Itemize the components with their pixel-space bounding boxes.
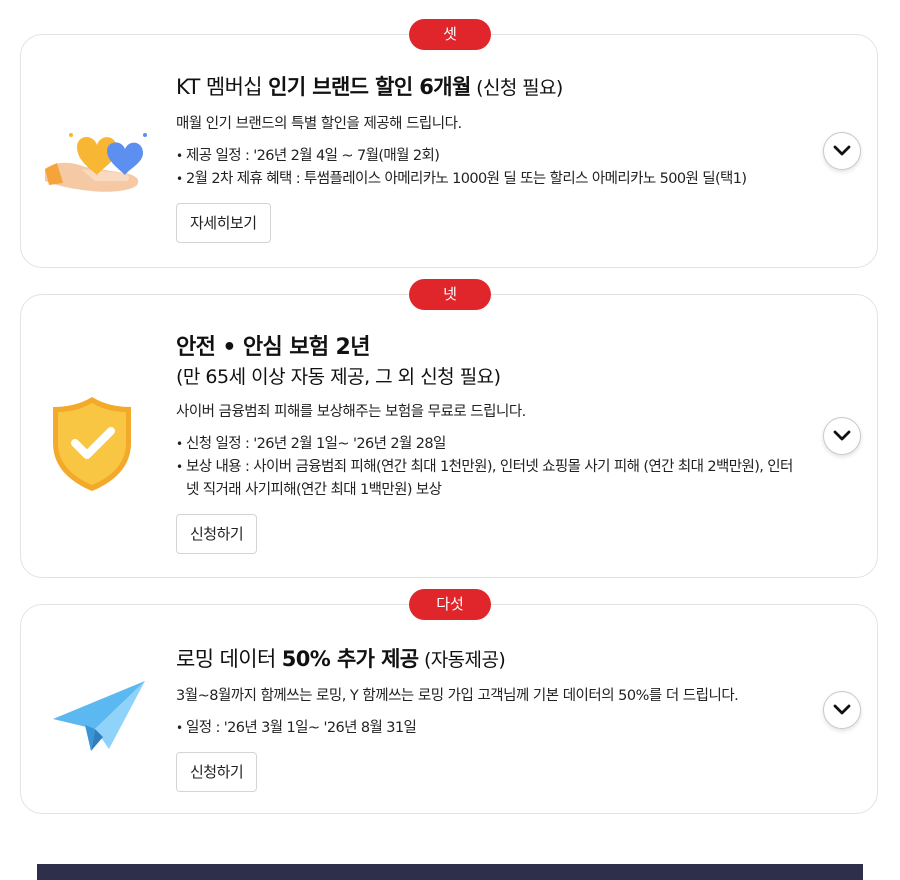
bottom-banner — [37, 864, 863, 880]
expand-toggle[interactable] — [823, 417, 861, 455]
benefit-card-roaming: 로밍 데이터 50% 추가 제공 (자동제공) 3월~8월까지 함께쓰는 로밍,… — [20, 604, 878, 814]
benefit-title: 로밍 데이터 50% 추가 제공 (자동제공) — [176, 647, 506, 671]
benefit-description: 매월 인기 브랜드의 특별 할인을 제공해 드립니다. — [176, 116, 462, 132]
expand-toggle[interactable] — [823, 691, 861, 729]
list-item: 보상 내용 : 사이버 금융범죄 피해(연간 최대 1천만원), 인터넷 쇼핑몰… — [176, 456, 797, 502]
benefit-card-membership: KT 멤버십 인기 브랜드 할인 6개월 (신청 필요) 매월 인기 브랜드의 … — [20, 34, 878, 268]
apply-button[interactable]: 신청하기 — [176, 752, 258, 792]
chevron-down-icon — [833, 145, 851, 156]
benefit-subtitle: (만 65세 이상 자동 제공, 그 외 신청 필요) — [176, 366, 501, 388]
step-badge: 넷 — [409, 279, 491, 310]
hand-with-hearts-icon — [45, 133, 147, 192]
expand-toggle[interactable] — [823, 132, 861, 170]
list-item: 제공 일정 : '26년 2월 4일 ~ 7월(매월 2회) — [176, 145, 797, 168]
chevron-down-icon — [833, 430, 851, 441]
apply-button[interactable]: 신청하기 — [176, 514, 258, 554]
step-badge: 다섯 — [409, 589, 491, 620]
benefit-card-insurance: 안전 • 안심 보험 2년 (만 65세 이상 자동 제공, 그 외 신청 필요… — [20, 294, 878, 578]
list-item: 신청 일정 : '26년 2월 1일~ '26년 2월 28일 — [176, 433, 797, 456]
benefit-details: 일정 : '26년 3월 1일~ '26년 8월 31일 — [176, 717, 797, 740]
list-item: 2월 2차 제휴 혜택 : 투썸플레이스 아메리카노 1000원 딜 또는 할리… — [176, 168, 797, 191]
list-item: 일정 : '26년 3월 1일~ '26년 8월 31일 — [176, 717, 797, 740]
step-badge: 셋 — [409, 19, 491, 50]
paper-plane-icon — [53, 681, 145, 751]
chevron-down-icon — [833, 704, 851, 715]
benefit-details: 제공 일정 : '26년 2월 4일 ~ 7월(매월 2회) 2월 2차 제휴 … — [176, 145, 797, 191]
benefit-description: 3월~8월까지 함께쓰는 로밍, Y 함께쓰는 로밍 가입 고객님께 기본 데이… — [176, 688, 739, 704]
benefit-title: 안전 • 안심 보험 2년 — [176, 335, 370, 360]
shield-check-icon — [53, 397, 131, 491]
details-button[interactable]: 자세히보기 — [176, 203, 271, 243]
benefit-description: 사이버 금융범죄 피해를 보상해주는 보험을 무료로 드립니다. — [176, 404, 526, 420]
benefit-details: 신청 일정 : '26년 2월 1일~ '26년 2월 28일 보상 내용 : … — [176, 433, 797, 502]
benefit-title: KT 멤버십 인기 브랜드 할인 6개월 (신청 필요) — [176, 75, 563, 99]
